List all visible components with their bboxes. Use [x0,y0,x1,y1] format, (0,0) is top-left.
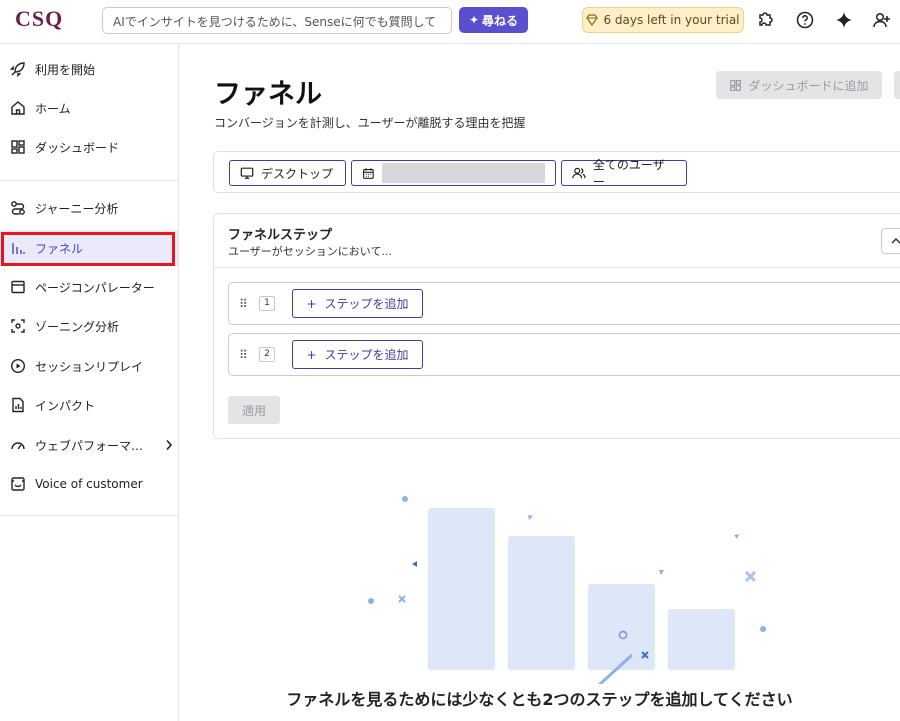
date-range-redacted [381,163,545,183]
chevron-right-icon [166,439,173,451]
sidebar-item-home[interactable]: ホーム [0,90,178,126]
filter-bar: デスクトップ 全てのユーザー [213,151,900,193]
main-content: ファネル コンバージョンを計測し、ユーザーが離脱する理由を把握 ダッシュボードに… [179,44,900,721]
sidebar: 利用を開始 ホーム ダッシュボード ジャーニー分析 ファネル ページコンパレータ… [0,44,179,721]
sidebar-item-label: ページコンパレーター [35,280,155,295]
zoning-icon [11,319,25,333]
add-user-icon[interactable] [872,10,892,30]
ask-button-label: 尋ねる [482,13,519,28]
collapse-button[interactable] [881,228,900,254]
more-button[interactable] [894,71,900,99]
add-step-button[interactable]: + ステップを追加 [292,289,423,318]
step-number: 1 [259,296,275,311]
trial-badge[interactable]: 6 days left in your trial [582,7,744,33]
page-icon [11,280,25,294]
device-filter-label: デスクトップ [261,166,334,181]
plus-icon: + [306,296,317,311]
rocket-icon [10,62,25,77]
sidebar-item-label: ウェブパフォーマ… [35,438,144,453]
sidebar-divider [0,515,178,516]
top-bar: CSQ AIでインサイトを見つけるために、Senseに何でも質問して ✦ 尋ねる… [0,0,900,44]
add-to-dashboard-button[interactable]: ダッシュボードに追加 [716,71,882,99]
sidebar-item-impact[interactable]: インパクト [0,387,178,423]
funnel-steps-title: ファネルステップ [228,228,333,243]
ask-button[interactable]: ✦ 尋ねる [459,7,528,33]
plus-icon: + [306,347,317,362]
apply-button[interactable]: 適用 [228,396,280,424]
sidebar-item-label: Voice of customer [35,477,143,491]
page-title: ファネル [214,79,322,110]
dashboard-icon [11,140,25,154]
funnel-step-row: ⠿ 2 + ステップを追加 [228,333,900,376]
feedback-icon [11,477,25,491]
sidebar-item-label: セッションリプレイ [35,359,144,374]
page-subtitle: コンバージョンを計測し、ユーザーが離脱する理由を把握 [214,116,526,130]
drag-handle-icon[interactable]: ⠿ [239,297,248,311]
sidebar-item-session-replay[interactable]: セッションリプレイ [0,348,178,384]
sidebar-item-getting-started[interactable]: 利用を開始 [0,51,178,87]
sidebar-item-web-performance[interactable]: ウェブパフォーマ… [0,427,178,463]
desktop-icon [240,167,254,179]
sidebar-item-zoning[interactable]: ゾーニング分析 [0,308,178,344]
drag-handle-icon[interactable]: ⠿ [239,348,248,362]
impact-icon [12,397,24,413]
user-segment-label: 全てのユーザー [592,158,665,189]
logo[interactable]: CSQ [15,6,63,32]
sparkle-icon: ✦ [468,13,480,27]
date-range-button[interactable] [351,160,556,186]
dashboard-icon [730,79,742,91]
home-icon [11,101,25,115]
play-icon [10,358,26,374]
sidebar-item-label: ダッシュボード [35,140,120,155]
sidebar-item-voice-of-customer[interactable]: Voice of customer [0,466,178,502]
empty-funnel-illustration [368,496,766,684]
sidebar-item-label: ゾーニング分析 [35,319,120,334]
device-filter-button[interactable]: デスクトップ [229,160,346,186]
sidebar-item-label: ホーム [35,101,71,116]
funnel-steps-card: ファネルステップ ユーザーがセッションにおいて... ⠿ 1 + ステップを追加… [213,213,900,439]
sidebar-item-label: インパクト [35,398,96,413]
diamond-icon [586,14,599,26]
calendar-icon [363,167,374,179]
empty-state-message: ファネルを見るためには少なくとも2つのステップを追加してください [286,690,793,709]
user-segment-button[interactable]: 全てのユーザー [561,158,687,189]
sidebar-item-dashboard[interactable]: ダッシュボード [0,129,178,165]
chevron-up-icon [891,237,900,244]
add-step-button[interactable]: + ステップを追加 [292,340,423,369]
sidebar-item-label: ジャーニー分析 [35,201,119,216]
step-number: 2 [259,347,275,362]
puzzle-icon[interactable] [756,10,776,30]
sidebar-item-page-comparator[interactable]: ページコンパレーター [0,269,178,305]
gauge-icon [11,442,25,450]
add-to-dashboard-label: ダッシュボードに追加 [748,78,869,93]
journey-icon [11,201,25,215]
add-step-label: ステップを追加 [324,297,409,311]
sparkle-icon[interactable] [834,10,854,30]
add-step-label: ステップを追加 [324,348,409,362]
sidebar-divider [0,180,178,181]
funnel-steps-description: ユーザーがセッションにおいて... [228,245,392,258]
funnel-steps-header: ファネルステップ ユーザーがセッションにおいて... [214,214,900,268]
trial-label: 6 days left in your trial [603,13,740,27]
users-icon [572,167,586,179]
funnel-step-row: ⠿ 1 + ステップを追加 [228,282,900,325]
sidebar-item-label: 利用を開始 [35,62,96,77]
help-icon[interactable] [795,10,815,30]
search-input[interactable]: AIでインサイトを見つけるために、Senseに何でも質問して [102,7,452,34]
sidebar-item-journey[interactable]: ジャーニー分析 [0,190,178,226]
funnel-highlight-box [1,232,175,266]
